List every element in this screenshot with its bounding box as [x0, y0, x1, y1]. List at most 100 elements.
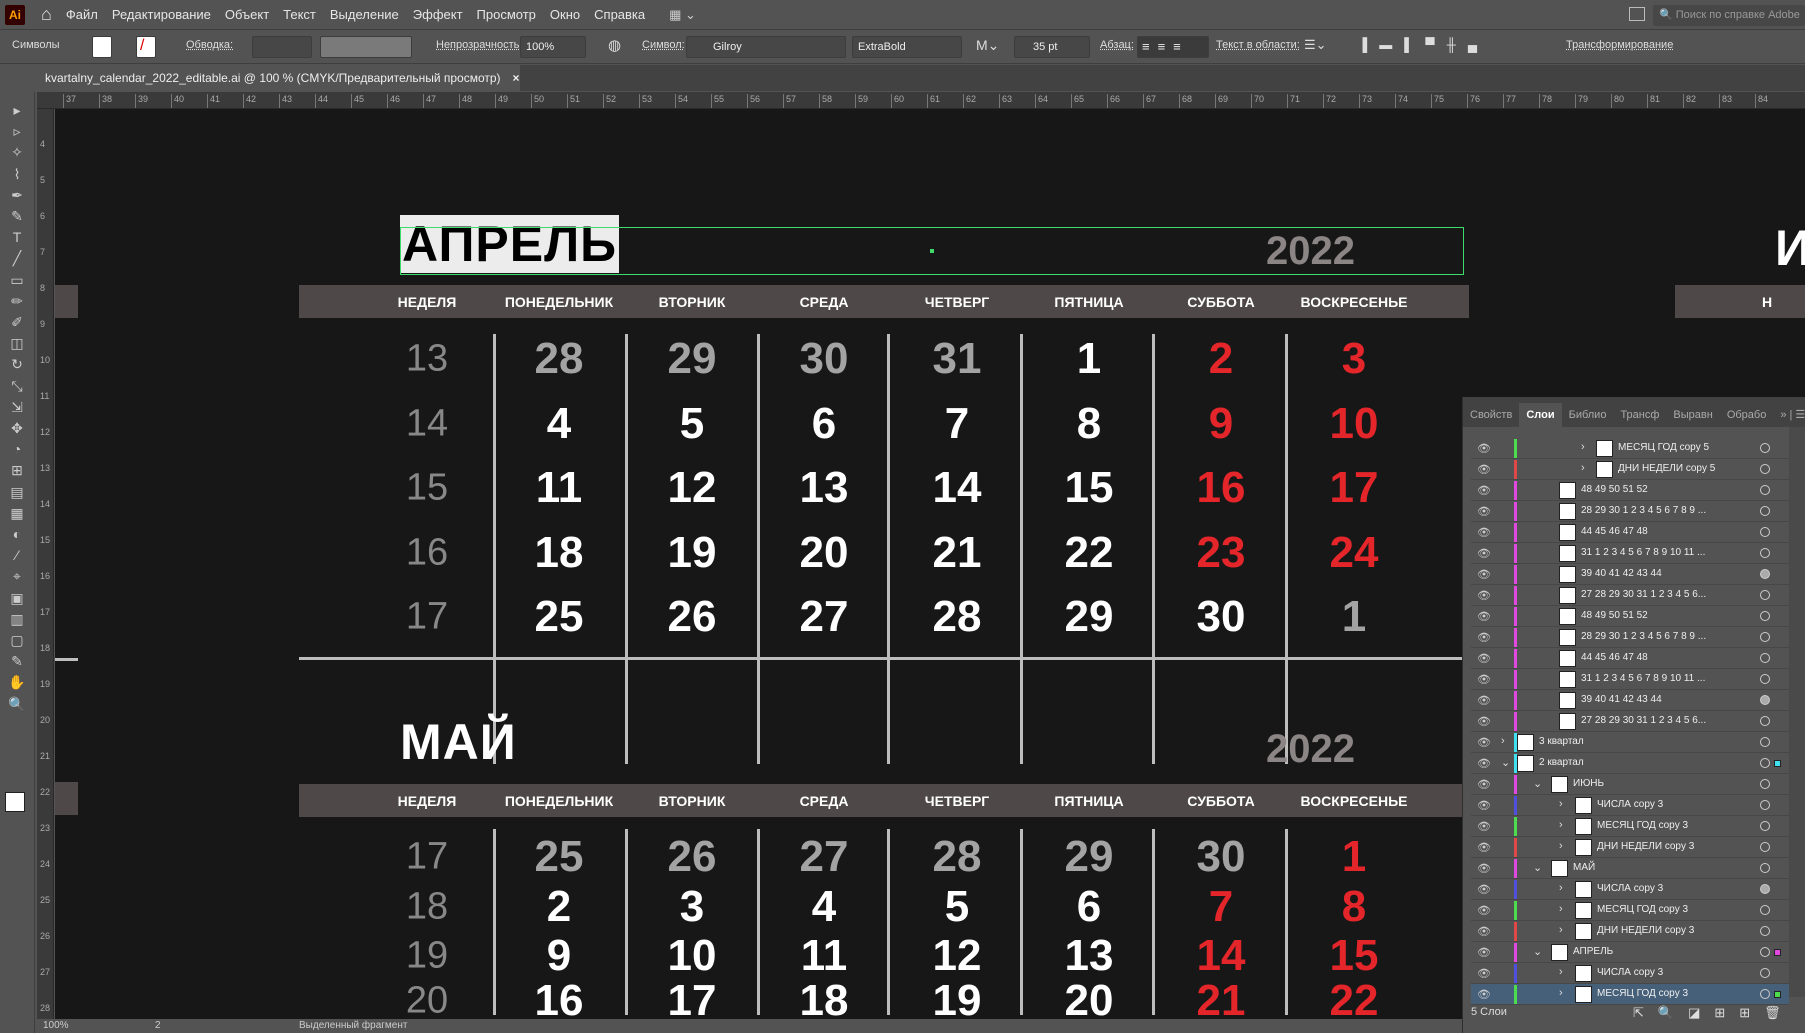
target-circle-icon[interactable] — [1760, 821, 1770, 831]
layer-row[interactable]: 👁 48 49 50 51 52 — [1471, 606, 1789, 627]
chevron-right-icon[interactable]: › — [1501, 735, 1505, 747]
panel-tab[interactable]: Свойств — [1463, 403, 1519, 427]
layer-row[interactable]: 👁 39 40 41 42 43 44 — [1471, 564, 1789, 585]
align-objects-icons[interactable]: ▐▬▌▀╫▄ — [1358, 37, 1489, 52]
document-tab[interactable]: kvartalny_calendar_2022_editable.ai @ 10… — [35, 65, 520, 91]
layer-row[interactable]: 👁 28 29 30 1 2 3 4 5 6 7 8 9 ... — [1471, 627, 1789, 648]
rotate-tool-icon[interactable]: ↻ — [6, 354, 28, 374]
close-tab-icon[interactable]: × — [513, 71, 520, 85]
visibility-eye-icon[interactable]: 👁 — [1477, 484, 1491, 497]
width-tool-icon[interactable]: ⇲ — [6, 397, 28, 417]
layer-row[interactable]: 👁 › ЧИСЛА copy 3 — [1471, 795, 1789, 816]
visibility-eye-icon[interactable]: 👁 — [1477, 442, 1491, 455]
visibility-eye-icon[interactable]: 👁 — [1477, 925, 1491, 938]
visibility-eye-icon[interactable]: 👁 — [1477, 505, 1491, 518]
perspective-tool-icon[interactable]: ⊞ — [6, 460, 28, 480]
pencil-tool-icon[interactable]: ✐ — [6, 312, 28, 332]
opacity-label[interactable]: Непрозрачность: — [436, 39, 522, 51]
visibility-eye-icon[interactable]: 👁 — [1477, 946, 1491, 959]
layer-row[interactable]: 👁 44 45 46 47 48 — [1471, 648, 1789, 669]
zoom-tool-icon[interactable]: 🔍 — [6, 694, 28, 714]
graph-tool-icon[interactable]: ▣ — [6, 588, 28, 608]
target-circle-icon[interactable] — [1760, 695, 1770, 705]
status-mode[interactable]: Выделенный фрагмент — [299, 1020, 407, 1031]
visibility-eye-icon[interactable]: 👁 — [1477, 547, 1491, 560]
chevron-right-icon[interactable]: › — [1559, 966, 1563, 978]
chevron-down-icon[interactable]: ⌄ — [1533, 861, 1542, 874]
area-text-options-icon[interactable]: ☰⌄ — [1304, 37, 1327, 53]
chevron-right-icon[interactable]: › — [1581, 462, 1585, 474]
fill-stroke-swatches[interactable] — [5, 792, 25, 812]
target-circle-icon[interactable] — [1760, 779, 1770, 789]
menu-item[interactable]: Справка — [594, 7, 645, 22]
layer-row[interactable]: 👁 › ДНИ НЕДЕЛИ copy 3 — [1471, 921, 1789, 942]
eyedropper-tool-icon[interactable]: ◐ — [6, 524, 28, 544]
layer-row[interactable]: 👁 39 40 41 42 43 44 — [1471, 690, 1789, 711]
visibility-eye-icon[interactable]: 👁 — [1477, 820, 1491, 833]
chevron-right-icon[interactable]: › — [1559, 924, 1563, 936]
menu-item[interactable]: Редактирование — [112, 7, 211, 22]
paintbrush-tool-icon[interactable]: ✏ — [6, 291, 28, 311]
font-size-input[interactable]: 35 pt — [1014, 36, 1090, 58]
line-tool-icon[interactable]: ╱ — [6, 248, 28, 268]
menu-item[interactable]: Объект — [225, 7, 269, 22]
panel-tab[interactable]: Трансф — [1613, 403, 1666, 427]
visibility-eye-icon[interactable]: 👁 — [1477, 526, 1491, 539]
target-circle-icon[interactable] — [1760, 884, 1770, 894]
opacity-input[interactable]: 100% — [520, 36, 586, 58]
target-circle-icon[interactable] — [1760, 569, 1770, 579]
menu-item[interactable]: Текст — [283, 7, 316, 22]
vertical-ruler[interactable]: 4 5 6 7 8 9 10 11 12 13 14 15 16 17 18 19 20 21 22 23 24 25 26… — [37, 109, 54, 1019]
visibility-eye-icon[interactable]: 👁 — [1477, 967, 1491, 980]
area-text-label[interactable]: Текст в области: — [1216, 39, 1300, 51]
layer-row[interactable]: 👁 48 49 50 51 52 — [1471, 480, 1789, 501]
variable-width-dropdown[interactable] — [320, 36, 412, 58]
selection-tool-icon[interactable]: ▸ — [6, 100, 28, 120]
layer-row[interactable]: 👁 27 28 29 30 31 1 2 3 4 5 6... — [1471, 711, 1789, 732]
help-search-input[interactable]: 🔍 Поиск по справке Adobe — [1653, 5, 1805, 26]
transform-link[interactable]: Трансформирование — [1566, 39, 1673, 51]
visibility-eye-icon[interactable]: 👁 — [1477, 652, 1491, 665]
scale-tool-icon[interactable]: ⤡ — [6, 376, 28, 396]
symbol-label[interactable]: Символ: — [642, 39, 685, 51]
stroke-weight-input[interactable] — [252, 36, 312, 58]
direct-selection-tool-icon[interactable]: ▹ — [6, 121, 28, 141]
stroke-swatch[interactable]: / — [136, 36, 156, 58]
fill-swatch[interactable] — [92, 36, 112, 58]
visibility-eye-icon[interactable]: 👁 — [1477, 736, 1491, 749]
workspace-switcher-icon[interactable]: ▦ ⌄ — [669, 7, 696, 23]
target-circle-icon[interactable] — [1760, 989, 1770, 999]
chevron-right-icon[interactable]: › — [1559, 987, 1563, 999]
chevron-right-icon[interactable]: › — [1559, 882, 1563, 894]
visibility-eye-icon[interactable]: 👁 — [1477, 757, 1491, 770]
lasso-tool-icon[interactable]: ⌇ — [6, 164, 28, 184]
recolor-icon[interactable]: ◍ — [608, 36, 621, 54]
visibility-eye-icon[interactable]: 👁 — [1477, 610, 1491, 623]
target-circle-icon[interactable] — [1760, 611, 1770, 621]
target-circle-icon[interactable] — [1760, 737, 1770, 747]
visibility-eye-icon[interactable]: 👁 — [1477, 463, 1491, 476]
target-circle-icon[interactable] — [1760, 968, 1770, 978]
gradient-tool-icon[interactable]: ▦ — [6, 503, 28, 523]
type-tool-icon[interactable]: T — [6, 227, 28, 247]
chevron-right-icon[interactable]: › — [1559, 840, 1563, 852]
zoom-level[interactable]: 100% — [43, 1020, 69, 1031]
panel-tab[interactable]: Выравн — [1666, 403, 1719, 427]
target-circle-icon[interactable] — [1760, 548, 1770, 558]
target-circle-icon[interactable] — [1760, 464, 1770, 474]
visibility-eye-icon[interactable]: 👁 — [1477, 568, 1491, 581]
target-circle-icon[interactable] — [1760, 947, 1770, 957]
chevron-right-icon[interactable]: › — [1559, 903, 1563, 915]
knife-tool-icon[interactable]: ✎ — [6, 651, 28, 671]
pen-tool-icon[interactable]: ✒ — [6, 185, 28, 205]
chevron-right-icon[interactable]: › — [1581, 441, 1585, 453]
visibility-eye-icon[interactable]: 👁 — [1477, 778, 1491, 791]
target-circle-icon[interactable] — [1760, 716, 1770, 726]
target-circle-icon[interactable] — [1760, 842, 1770, 852]
target-circle-icon[interactable] — [1760, 443, 1770, 453]
layer-row[interactable]: 👁 27 28 29 30 31 1 2 3 4 5 6... — [1471, 585, 1789, 606]
visibility-eye-icon[interactable]: 👁 — [1477, 589, 1491, 602]
symbol-sprayer-tool-icon[interactable]: ⌖ — [6, 566, 28, 586]
panel-layout-icon[interactable] — [1629, 7, 1645, 21]
align-buttons[interactable]: ≡≡≡ — [1137, 36, 1209, 58]
